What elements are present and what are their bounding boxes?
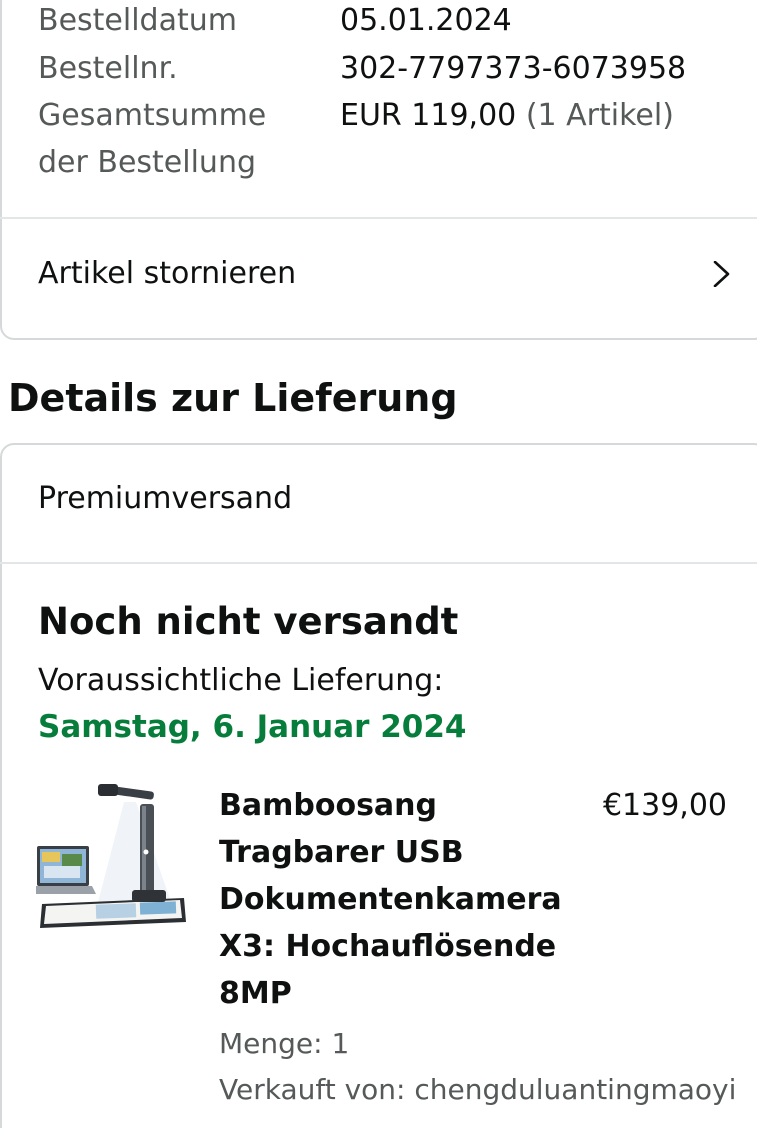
chevron-right-icon	[713, 261, 730, 287]
shipment-status: Noch nicht versandt	[38, 600, 459, 643]
order-total-label-line2: der Bestellung	[38, 145, 256, 180]
cancel-items-row[interactable]: Artikel stornieren	[0, 219, 757, 340]
product-title-link[interactable]: Bamboosang Tragbarer USB Dokumentenkamer…	[219, 782, 579, 1017]
order-total-item-count: (1 Artikel)	[525, 98, 674, 133]
order-total-amount: EUR 119,00	[340, 98, 517, 133]
product-price: €139,00	[602, 788, 727, 823]
order-total-value: EUR 119,00 (1 Artikel)	[340, 93, 674, 139]
product-seller: Verkauft von: chengduluantingmaoyi	[219, 1073, 737, 1106]
order-number-value: 302-7797373-6073958	[340, 51, 687, 86]
order-details-page: Bestelldatum 05.01.2024 Bestellnr. 302-7…	[0, 0, 757, 1128]
cancel-items-label: Artikel stornieren	[38, 256, 297, 291]
order-total-label-line1: Gesamtsumme	[38, 98, 267, 133]
product-quantity: Menge: 1	[219, 1027, 350, 1060]
estimated-delivery-label: Voraussichtliche Lieferung:	[38, 663, 444, 698]
order-date-label: Bestelldatum	[38, 3, 237, 38]
estimated-delivery-date: Samstag, 6. Januar 2024	[38, 709, 467, 745]
shipping-method: Premiumversand	[38, 481, 293, 516]
delivery-section-title: Details zur Lieferung	[8, 376, 458, 420]
document-camera-product-image[interactable]	[36, 782, 188, 934]
delivery-divider	[0, 562, 757, 564]
order-date-value: 05.01.2024	[340, 3, 512, 38]
order-number-label: Bestellnr.	[38, 51, 178, 86]
